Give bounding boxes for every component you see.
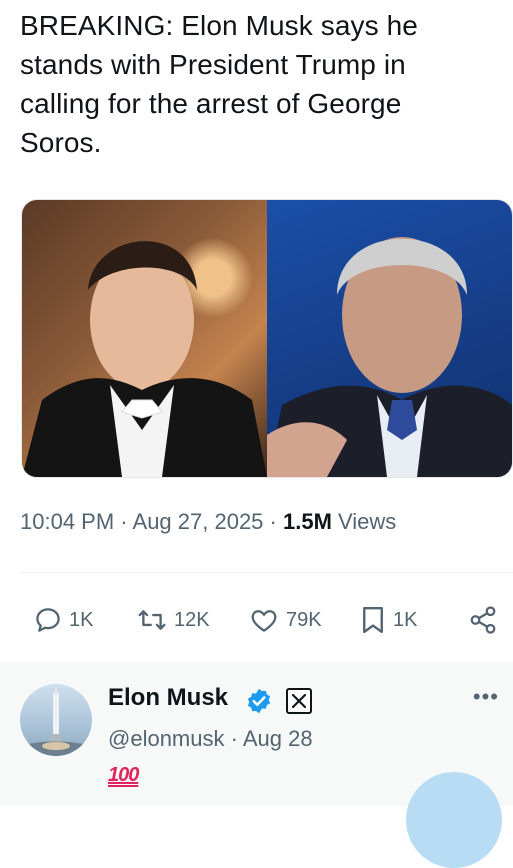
person-photo-left	[22, 241, 267, 477]
divider	[20, 572, 513, 573]
tweet-meta: 10:04 PM · Aug 27, 2025 · 1.5M Views	[20, 509, 396, 535]
views-count[interactable]: 1.5M	[283, 509, 332, 534]
meta-separator: ·	[114, 509, 133, 534]
repost-count: 12K	[174, 608, 210, 631]
repost-button[interactable]: 12K	[136, 596, 210, 644]
reply-date[interactable]: Aug 28	[243, 726, 313, 751]
reply-button[interactable]: 1K	[33, 596, 93, 644]
avatar[interactable]	[20, 684, 92, 756]
tweet-media[interactable]	[21, 199, 513, 478]
bookmark-button[interactable]: 1K	[359, 596, 417, 644]
repost-icon	[138, 610, 166, 630]
like-button[interactable]: 79K	[248, 596, 322, 644]
bookmark-icon	[363, 606, 383, 634]
share-icon	[470, 606, 496, 634]
rocket-avatar-image	[20, 686, 92, 756]
tweet-actions: 1K 12K 79K 1K	[20, 596, 506, 644]
person-photo-right	[267, 237, 512, 477]
photo-right[interactable]	[267, 200, 512, 477]
handle-separator: ·	[224, 726, 243, 751]
more-options-button[interactable]: •••	[473, 684, 499, 710]
verified-badge-icon	[247, 688, 271, 714]
reply-icon	[36, 608, 60, 632]
photo-left[interactable]	[22, 200, 267, 477]
views-label: Views	[331, 509, 397, 534]
tweet-text: BREAKING: Elon Musk says he stands with …	[20, 10, 418, 158]
meta-separator: ·	[263, 509, 283, 534]
reply-count: 1K	[69, 608, 94, 631]
bookmark-count: 1K	[393, 608, 418, 631]
tweet-date[interactable]: Aug 27, 2025	[133, 509, 264, 534]
share-button[interactable]	[468, 596, 498, 644]
hundred-points-emoji: 100	[108, 764, 139, 786]
x-logo-icon	[292, 694, 306, 708]
author-handle[interactable]: @elonmusk	[108, 726, 225, 751]
tweet-time: 10:04 PM	[20, 509, 115, 534]
heart-icon	[251, 610, 277, 632]
handle-line: @elonmusk · Aug 28	[108, 726, 313, 752]
floating-action-button[interactable]	[406, 772, 502, 868]
author-name[interactable]: Elon Musk	[108, 684, 228, 712]
x-affiliate-badge	[286, 688, 312, 714]
like-count: 79K	[286, 608, 322, 631]
